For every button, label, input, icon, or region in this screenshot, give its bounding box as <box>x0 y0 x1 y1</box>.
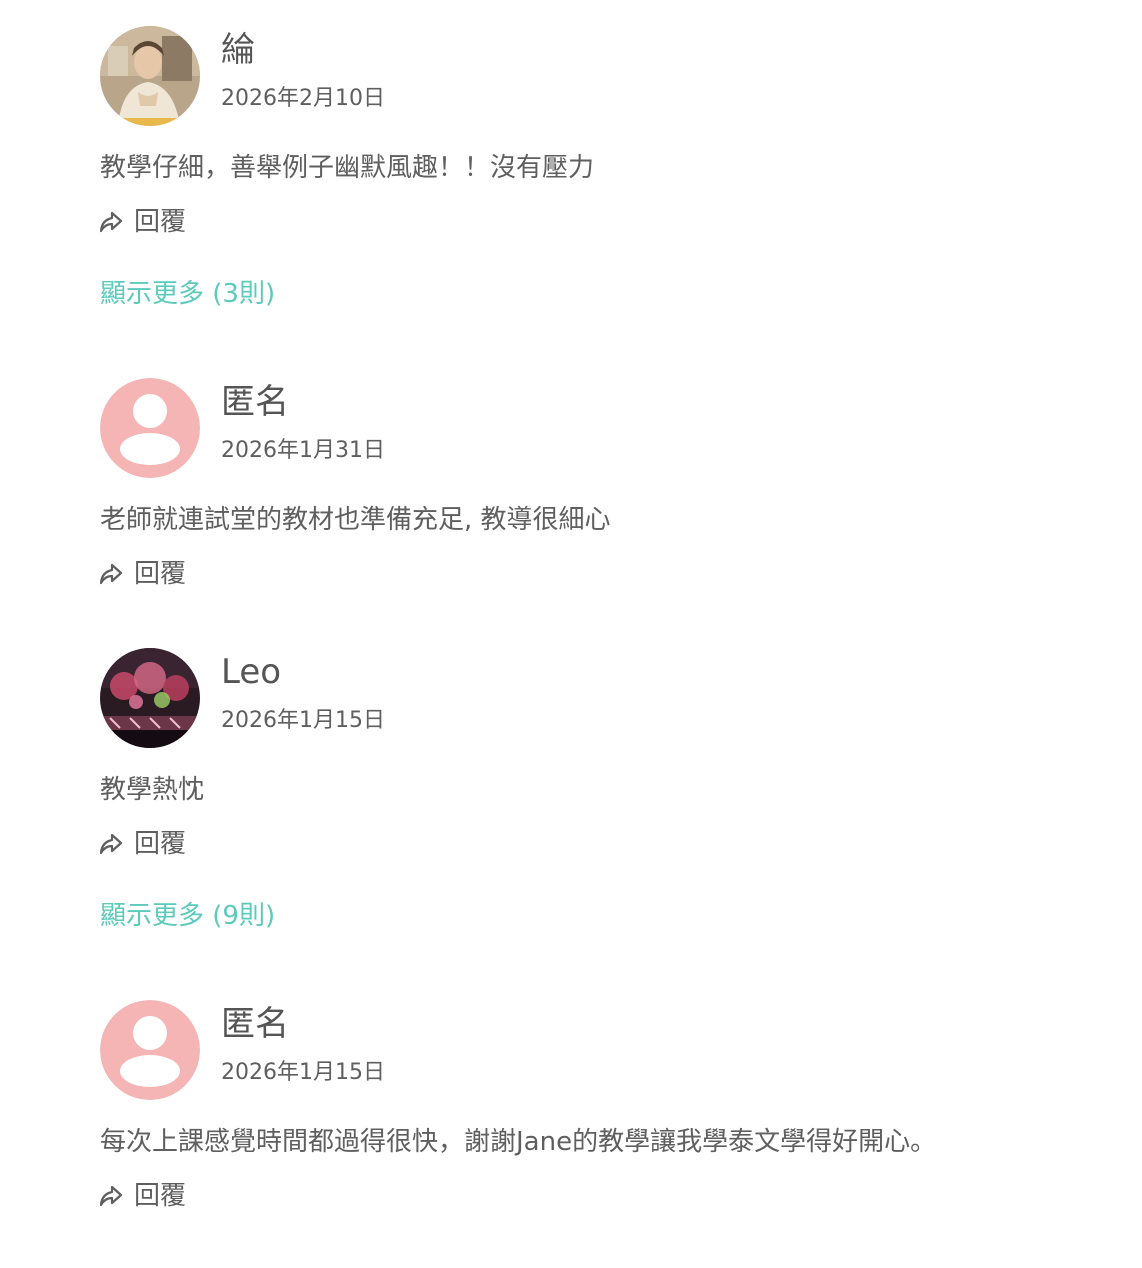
user-avatar-photo[interactable] <box>100 26 200 126</box>
reviewer-name: 匿名 <box>221 382 289 422</box>
anonymous-avatar <box>100 378 200 478</box>
reply-label: 回覆 <box>134 829 187 859</box>
review-comment: 老師就連試堂的教材也準備充足, 教導很細心 <box>100 505 611 535</box>
review-comment: 教學熱忱 <box>100 775 205 805</box>
reply-button[interactable]: 回覆 <box>98 1178 186 1214</box>
review-date: 2026年1月15日 <box>221 708 385 733</box>
reply-button[interactable]: 回覆 <box>98 204 186 240</box>
person-silhouette-icon <box>100 378 200 478</box>
review-date: 2026年2月10日 <box>221 86 385 111</box>
anonymous-avatar <box>100 1000 200 1100</box>
review-comment: 教學仔細，善舉例子幽默風趣！！沒有壓力 <box>100 153 595 183</box>
review-date: 2026年1月15日 <box>221 1060 385 1085</box>
reply-label: 回覆 <box>134 207 187 237</box>
reply-arrow-icon <box>98 209 124 235</box>
reply-label: 回覆 <box>134 1181 187 1211</box>
person-silhouette-icon <box>100 1000 200 1100</box>
review-date: 2026年1月31日 <box>221 438 385 463</box>
reviewer-name: 匿名 <box>221 1004 289 1044</box>
reviewer-name: Leo <box>221 652 282 692</box>
reply-arrow-icon <box>98 831 124 857</box>
show-more-link[interactable]: 顯示更多 (3則) <box>100 276 275 312</box>
reply-button[interactable]: 回覆 <box>98 826 186 862</box>
review-comment: 每次上課感覺時間都過得很快，謝謝Jane的教學讓我學泰文學得好開心。 <box>100 1127 937 1157</box>
user-avatar-photo[interactable] <box>100 648 200 748</box>
reviewer-name: 綸 <box>221 30 255 70</box>
reply-button[interactable]: 回覆 <box>98 556 186 592</box>
reply-label: 回覆 <box>134 559 187 589</box>
reply-arrow-icon <box>98 1183 124 1209</box>
show-more-link[interactable]: 顯示更多 (9則) <box>100 898 275 934</box>
reply-arrow-icon <box>98 561 124 587</box>
